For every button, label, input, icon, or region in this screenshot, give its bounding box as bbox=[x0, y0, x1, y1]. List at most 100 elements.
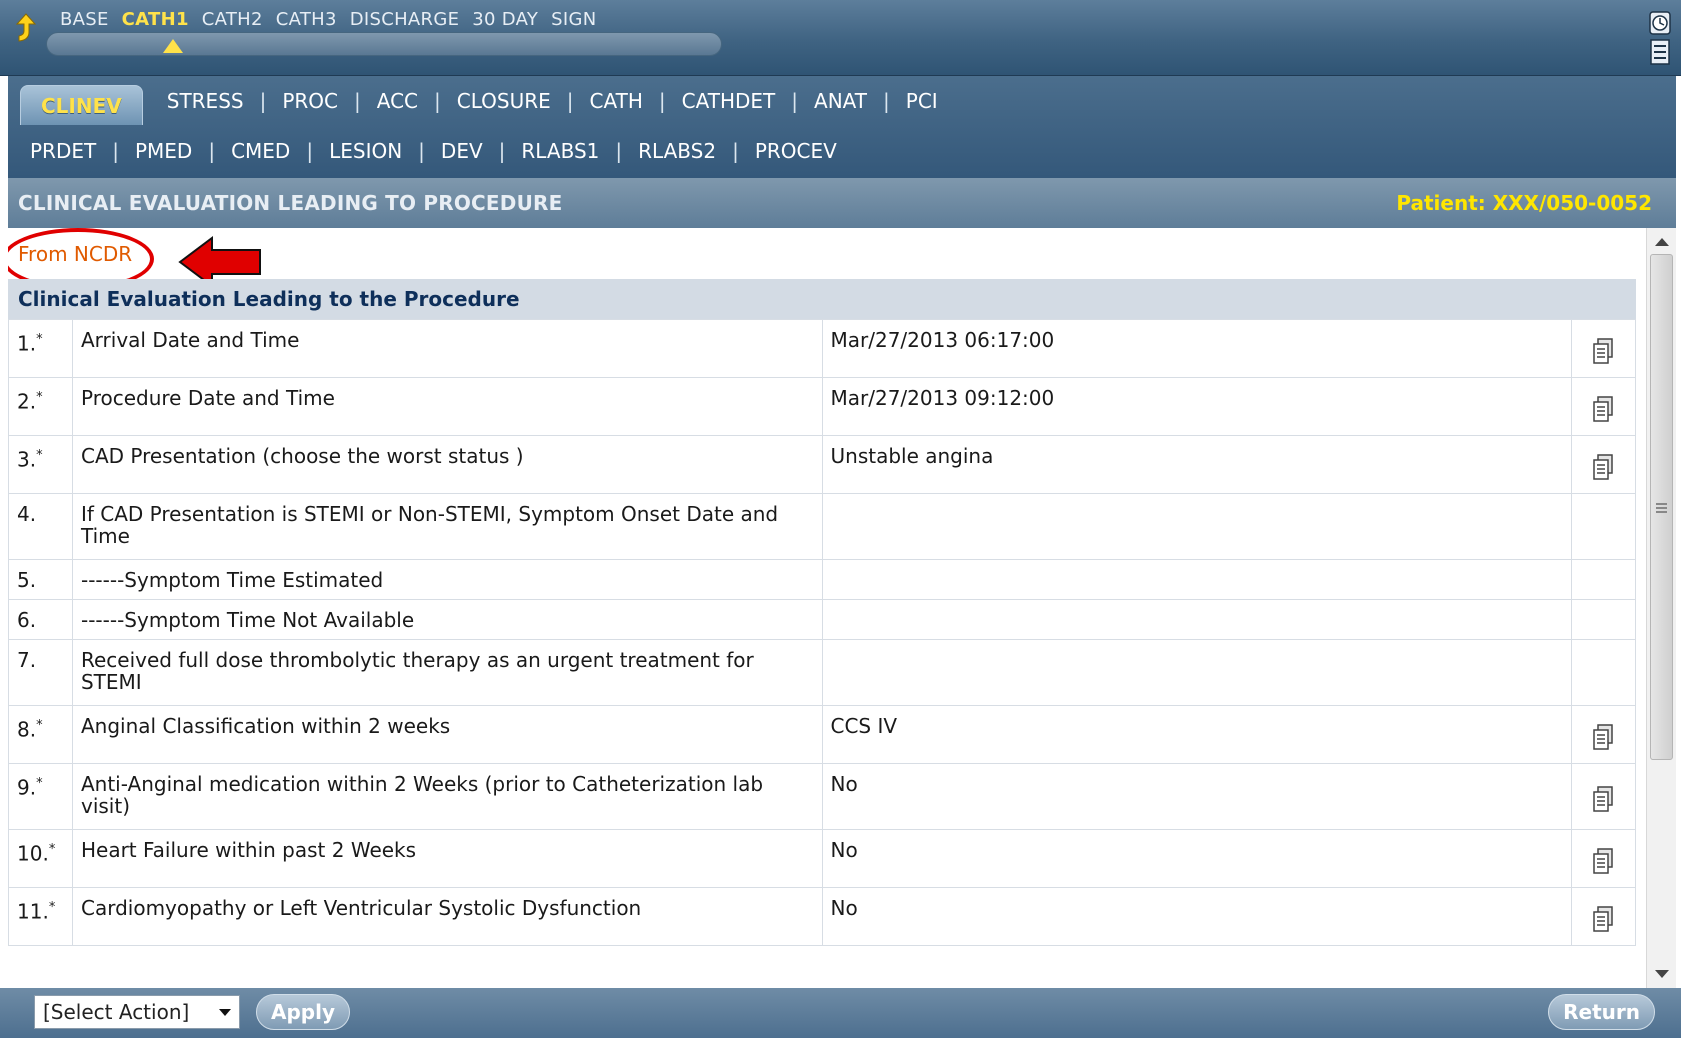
row-action-cell bbox=[1570, 829, 1637, 888]
footer-bar: [Select Action] Apply Return bbox=[0, 988, 1681, 1038]
tab-anat[interactable]: ANAT bbox=[814, 89, 867, 113]
answer-value[interactable] bbox=[821, 639, 1572, 706]
stage-cath1[interactable]: CATH1 bbox=[122, 9, 189, 30]
answer-value[interactable]: No bbox=[821, 763, 1572, 830]
stage-base[interactable]: BASE bbox=[60, 9, 109, 30]
tab-rlabs2[interactable]: RLABS2 bbox=[638, 139, 716, 163]
required-marker: * bbox=[36, 776, 43, 791]
question-label: Anginal Classification within 2 weeks bbox=[71, 705, 823, 764]
tab-procev[interactable]: PROCEV bbox=[755, 139, 837, 163]
question-label: If CAD Presentation is STEMI or Non-STEM… bbox=[71, 493, 823, 560]
top-right-icons bbox=[1649, 11, 1671, 65]
tab-cmed[interactable]: CMED bbox=[231, 139, 290, 163]
question-number: 10.* bbox=[8, 829, 73, 888]
answer-value[interactable]: Unstable angina bbox=[821, 435, 1572, 494]
return-button[interactable]: Return bbox=[1548, 994, 1655, 1030]
action-select[interactable]: [Select Action] bbox=[34, 995, 240, 1029]
table-row: 4. If CAD Presentation is STEMI or Non-ST… bbox=[8, 493, 1637, 560]
copy-document-icon[interactable] bbox=[1591, 723, 1615, 751]
answer-value[interactable]: CCS IV bbox=[821, 705, 1572, 764]
vertical-scrollbar[interactable] bbox=[1646, 228, 1676, 988]
stage-cath3[interactable]: CATH3 bbox=[276, 9, 337, 30]
copy-document-icon[interactable] bbox=[1591, 905, 1615, 933]
question-label: Anti-Anginal medication within 2 Weeks (… bbox=[71, 763, 823, 830]
tab-separator: | bbox=[732, 139, 739, 163]
question-number: 8.* bbox=[8, 705, 73, 764]
tab-separator: | bbox=[418, 139, 425, 163]
question-number: 5. bbox=[8, 559, 73, 600]
tab-prdet[interactable]: PRDET bbox=[30, 139, 96, 163]
tab-pmed[interactable]: PMED bbox=[135, 139, 192, 163]
required-marker: * bbox=[48, 900, 56, 915]
tab-clinev[interactable]: CLINEV bbox=[20, 85, 143, 125]
tab-separator: | bbox=[883, 89, 890, 113]
tab-closure[interactable]: CLOSURE bbox=[457, 89, 551, 113]
table-row: 6. ------Symptom Time Not Available bbox=[8, 599, 1637, 640]
question-table: 1.* Arrival Date and Time Mar/27/2013 06:1… bbox=[8, 319, 1637, 946]
required-marker: * bbox=[36, 718, 43, 733]
tab-cath[interactable]: CATH bbox=[590, 89, 643, 113]
clock-icon[interactable] bbox=[1649, 11, 1671, 35]
copy-document-icon[interactable] bbox=[1591, 785, 1615, 813]
question-label: Arrival Date and Time bbox=[71, 319, 823, 378]
table-row: 7. Received full dose thrombolytic therap… bbox=[8, 639, 1637, 706]
tab-stress[interactable]: STRESS bbox=[167, 89, 244, 113]
stage-cath2[interactable]: CATH2 bbox=[202, 9, 263, 30]
answer-value[interactable]: Mar/27/2013 06:17:00 bbox=[821, 319, 1572, 378]
row-action-cell bbox=[1570, 493, 1637, 560]
question-number: 1.* bbox=[8, 319, 73, 378]
answer-value[interactable]: No bbox=[821, 887, 1572, 946]
tab-proc[interactable]: PROC bbox=[282, 89, 338, 113]
tab-separator: | bbox=[615, 139, 623, 163]
answer-value[interactable] bbox=[821, 599, 1572, 640]
tab-band: CLINEV STRESS | PROC | ACC | CLOSURE | CATH | CATH… bbox=[8, 76, 1676, 178]
tab-rlabs1[interactable]: RLABS1 bbox=[521, 139, 599, 163]
required-marker: * bbox=[36, 332, 43, 347]
question-label: CAD Presentation (choose the worst statu… bbox=[71, 435, 823, 494]
tab-row-2: PRDET | PMED | CMED | LESION | DEV | RLABS1 | RLABS2… bbox=[30, 134, 837, 168]
stage-discharge[interactable]: DISCHARGE bbox=[350, 9, 460, 30]
tab-lesion[interactable]: LESION bbox=[329, 139, 402, 163]
apply-button[interactable]: Apply bbox=[256, 994, 351, 1030]
tab-separator: | bbox=[306, 139, 314, 163]
tab-separator: | bbox=[434, 89, 441, 113]
question-label: Received full dose thrombolytic therapy … bbox=[71, 639, 823, 706]
required-marker: * bbox=[48, 842, 56, 857]
table-row: 5. ------Symptom Time Estimated bbox=[8, 559, 1637, 600]
stage-nav: BASE CATH1 CATH2 CATH3 DISCHARGE 30 DAY SIGN bbox=[60, 9, 597, 30]
answer-value[interactable] bbox=[821, 493, 1572, 560]
scroll-down-icon[interactable] bbox=[1655, 970, 1669, 978]
copy-document-icon[interactable] bbox=[1591, 337, 1615, 365]
row-action-cell bbox=[1570, 763, 1637, 830]
answer-value[interactable] bbox=[821, 559, 1572, 600]
answer-value[interactable]: Mar/27/2013 09:12:00 bbox=[821, 377, 1572, 436]
menu-icon[interactable] bbox=[1650, 39, 1670, 65]
stage-progress-track bbox=[46, 32, 722, 56]
scroll-up-icon[interactable] bbox=[1655, 238, 1669, 246]
question-number: 6. bbox=[8, 599, 73, 640]
answer-value[interactable]: No bbox=[821, 829, 1572, 888]
row-action-cell bbox=[1570, 377, 1637, 436]
tab-separator: | bbox=[566, 89, 574, 113]
question-number: 11.* bbox=[8, 887, 73, 946]
table-row: 9.* Anti-Anginal medication within 2 Week… bbox=[8, 763, 1637, 830]
stage-sign[interactable]: SIGN bbox=[551, 9, 596, 30]
table-row: 8.* Anginal Classification within 2 weeks… bbox=[8, 705, 1637, 764]
tab-pci[interactable]: PCI bbox=[906, 89, 938, 113]
question-number: 2.* bbox=[8, 377, 73, 436]
form-content: From NCDR Clinical Evaluation Leading to… bbox=[8, 228, 1644, 988]
row-action-cell bbox=[1570, 435, 1637, 494]
tab-separator: | bbox=[112, 139, 119, 163]
stage-30-day[interactable]: 30 DAY bbox=[472, 9, 538, 30]
tab-separator: | bbox=[259, 89, 267, 113]
tab-dev[interactable]: DEV bbox=[441, 139, 483, 163]
scroll-thumb[interactable] bbox=[1650, 254, 1673, 760]
page-title: CLINICAL EVALUATION LEADING TO PROCEDURE bbox=[18, 191, 563, 215]
copy-document-icon[interactable] bbox=[1591, 395, 1615, 423]
copy-document-icon[interactable] bbox=[1591, 847, 1615, 875]
stage-bar: BASE CATH1 CATH2 CATH3 DISCHARGE 30 DAY SIGN bbox=[0, 0, 1681, 76]
copy-document-icon[interactable] bbox=[1591, 453, 1615, 481]
tab-cathdet[interactable]: CATHDET bbox=[682, 89, 776, 113]
tab-acc[interactable]: ACC bbox=[377, 89, 418, 113]
up-arrow-icon[interactable] bbox=[13, 12, 39, 44]
